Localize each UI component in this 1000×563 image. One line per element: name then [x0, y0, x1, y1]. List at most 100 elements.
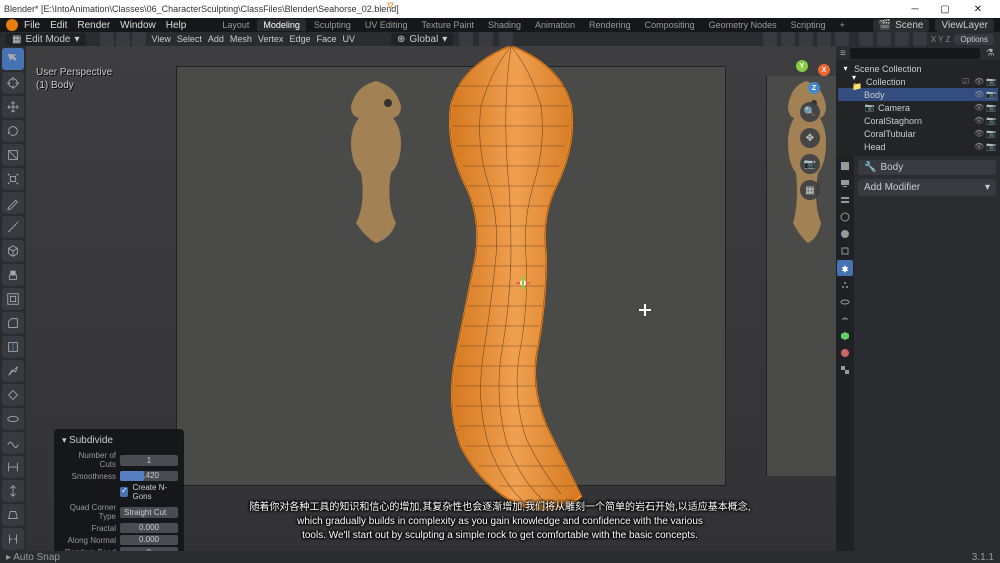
axis-y-icon[interactable]: Y [796, 60, 808, 72]
mesh-edit-mode-btn[interactable] [763, 32, 777, 46]
disable-toggle[interactable]: 📷 [986, 90, 996, 100]
shading-rendered[interactable] [913, 32, 927, 46]
perspective-toggle-icon[interactable]: ▦ [800, 180, 820, 200]
tool-annotate[interactable] [2, 192, 24, 214]
menu-view[interactable]: View [152, 34, 171, 44]
tool-shrink[interactable] [2, 480, 24, 502]
ptab-scene[interactable] [837, 209, 853, 225]
filter-icon[interactable]: ⚗ [984, 47, 996, 59]
ptab-viewlayer[interactable] [837, 192, 853, 208]
disable-toggle[interactable]: 📷 [986, 103, 996, 113]
tree-collection[interactable]: ▾📁Collection☑👁📷 [838, 75, 998, 88]
proportional-edit[interactable] [499, 32, 513, 46]
workspace-sculpting[interactable]: Sculpting [308, 19, 357, 31]
minimize-button[interactable]: ─ [900, 0, 930, 18]
overlay-toggle[interactable] [817, 32, 831, 46]
nav-gizmo[interactable]: Y X Z [790, 56, 830, 96]
menu-face[interactable]: Face [316, 34, 336, 44]
transform-orientation[interactable]: ⊕Global▾ [391, 33, 453, 46]
ptab-render[interactable] [837, 158, 853, 174]
pan-icon[interactable]: ✥ [800, 128, 820, 148]
corner-value[interactable]: Straight Cut [120, 507, 178, 518]
ptab-particles[interactable] [837, 277, 853, 293]
tool-rip[interactable] [2, 528, 24, 550]
ngon-checkbox[interactable] [120, 487, 128, 497]
workspace-shading[interactable]: Shading [482, 19, 527, 31]
camera-view-icon[interactable]: 📷 [800, 154, 820, 174]
workspace-compositing[interactable]: Compositing [639, 19, 701, 31]
tool-knife[interactable] [2, 360, 24, 382]
tool-rotate[interactable] [2, 120, 24, 142]
3d-viewport[interactable]: User Perspective (1) Body Y X Z 🔍 ✥ 📷 ▦ … [26, 46, 836, 563]
exclude-toggle[interactable]: ☑ [962, 77, 972, 87]
options-button[interactable]: Options [954, 34, 994, 45]
snap-toggle[interactable] [479, 32, 493, 46]
hide-toggle[interactable]: 👁 [974, 142, 984, 152]
workspace-texture[interactable]: Texture Paint [415, 19, 480, 31]
xray-toggle[interactable] [835, 32, 849, 46]
tool-extrude[interactable] [2, 264, 24, 286]
ptab-output[interactable] [837, 175, 853, 191]
normal-value[interactable]: 0.000 [120, 535, 178, 545]
ptab-constraints[interactable] [837, 311, 853, 327]
outliner-type-icon[interactable]: ≡ [840, 48, 846, 59]
workspace-layout[interactable]: Layout [216, 19, 255, 31]
shading-solid[interactable] [877, 32, 891, 46]
hide-toggle[interactable]: 👁 [974, 77, 984, 87]
workspace-geonodes[interactable]: Geometry Nodes [703, 19, 783, 31]
axis-x-icon[interactable]: X [818, 64, 830, 76]
smoothness-value[interactable]: 0.420 [120, 471, 178, 481]
workspace-add[interactable]: + [834, 19, 851, 31]
tool-smooth[interactable] [2, 432, 24, 454]
zoom-icon[interactable]: 🔍 [800, 102, 820, 122]
fractal-value[interactable]: 0.000 [120, 523, 178, 533]
axis-z-icon[interactable]: Z [808, 82, 820, 94]
props-object-name[interactable]: 🔧Body [858, 160, 996, 175]
tool-scale[interactable] [2, 144, 24, 166]
workspace-scripting[interactable]: Scripting [785, 19, 832, 31]
menu-render[interactable]: Render [77, 20, 110, 31]
menu-vertex[interactable]: Vertex [258, 34, 284, 44]
shading-wireframe[interactable] [859, 32, 873, 46]
tool-bevel[interactable] [2, 312, 24, 334]
menu-mesh[interactable]: Mesh [230, 34, 252, 44]
ptab-object[interactable] [837, 243, 853, 259]
auto-snap-label[interactable]: ▸ Auto Snap [6, 552, 60, 563]
mode-selector[interactable]: ▦Edit Mode▾ [6, 33, 86, 46]
close-button[interactable]: ✕ [960, 0, 996, 18]
hide-toggle[interactable]: 👁 [974, 129, 984, 139]
disable-toggle[interactable]: 📷 [986, 129, 996, 139]
vertex-select-mode[interactable] [100, 32, 114, 46]
menu-edit[interactable]: Edit [50, 20, 67, 31]
workspace-uv[interactable]: UV Editing [359, 19, 414, 31]
workspace-rendering[interactable]: Rendering [583, 19, 637, 31]
viewlayer-selector[interactable]: ViewLayer [935, 19, 994, 32]
outliner-search[interactable] [850, 48, 980, 59]
hide-toggle[interactable]: 👁 [974, 90, 984, 100]
pivot-point[interactable] [459, 32, 473, 46]
tool-measure[interactable] [2, 216, 24, 238]
menu-uv[interactable]: UV [342, 34, 355, 44]
menu-add[interactable]: Add [208, 34, 224, 44]
ptab-data[interactable] [837, 328, 853, 344]
ptab-modifier[interactable] [837, 260, 853, 276]
tool-cursor[interactable] [2, 72, 24, 94]
tool-select-box[interactable] [2, 48, 24, 70]
tree-item-head[interactable]: ▽Head👁📷 [838, 140, 998, 153]
add-modifier-button[interactable]: Add Modifier▾ [858, 179, 996, 196]
scene-selector[interactable]: 🎬Scene [873, 19, 930, 32]
disable-toggle[interactable]: 📷 [986, 116, 996, 126]
ptab-texture[interactable] [837, 362, 853, 378]
shading-material[interactable] [895, 32, 909, 46]
menu-edge[interactable]: Edge [289, 34, 310, 44]
ptab-physics[interactable] [837, 294, 853, 310]
ptab-world[interactable] [837, 226, 853, 242]
tool-loopcut[interactable] [2, 336, 24, 358]
disable-toggle[interactable]: 📷 [986, 142, 996, 152]
tool-spin[interactable] [2, 408, 24, 430]
menu-help[interactable]: Help [166, 20, 187, 31]
tree-item-coral1[interactable]: ▽CoralStaghorn👁📷 [838, 114, 998, 127]
hide-toggle[interactable]: 👁 [974, 116, 984, 126]
visibility-toggle[interactable] [781, 32, 795, 46]
tool-inset[interactable] [2, 288, 24, 310]
